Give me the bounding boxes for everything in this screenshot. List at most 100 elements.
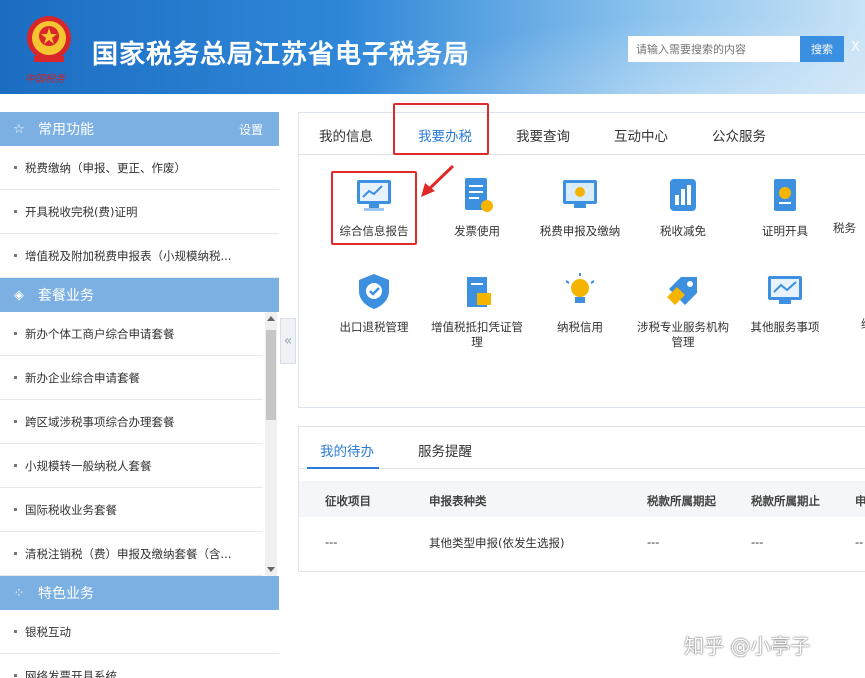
sidebar-item-label: 跨区域涉税事项综合办理套餐 — [25, 414, 175, 429]
tile-other-services[interactable]: 其他服务事项 — [739, 271, 831, 335]
site-header: 中国税务 国家税务总局江苏省电子税务局 搜索 X — [0, 0, 865, 94]
sidebar-item[interactable]: 新办个体工商户综合申请套餐 — [0, 312, 263, 356]
sidebar-item-label: 税费缴纳（申报、更正、作废） — [25, 160, 186, 175]
header-user-link[interactable]: X — [851, 40, 860, 55]
lightbulb-icon — [565, 273, 595, 303]
sidebar-section-package[interactable]: ◈ 套餐业务 — [0, 278, 279, 312]
sidebar-item-label: 增值税及附加税费申报表（小规模纳税... — [25, 248, 232, 263]
search-input[interactable] — [628, 36, 800, 62]
sidebar-section-title: 特色业务 — [38, 586, 94, 602]
sidebar-item[interactable]: 清税注销税（费）申报及缴纳套餐（含... — [0, 532, 263, 576]
tag-icon — [667, 277, 697, 305]
settings-link[interactable]: 设置 — [239, 121, 263, 138]
sidebar-section-title: 常用功能 — [38, 122, 94, 138]
tile-label: 其他服务事项 — [750, 320, 820, 334]
tile-tax-credit[interactable]: 纳税信用 — [534, 271, 626, 335]
sidebar-item-label: 小规模转一般纳税人套餐 — [25, 458, 152, 473]
sidebar-item-label: 网络发票开具系统 — [25, 668, 117, 678]
tile-label: 纳税信用 — [557, 320, 603, 334]
package-list[interactable]: 新办个体工商户综合申请套餐 新办企业综合申请套餐 跨区域涉税事项综合办理套餐 小… — [0, 312, 279, 576]
scroll-down-icon[interactable] — [267, 567, 275, 572]
column-header: 申报表种类 — [429, 494, 487, 508]
bullet-icon — [14, 376, 17, 379]
scroll-up-icon[interactable] — [267, 316, 275, 321]
sidebar-item[interactable]: 跨区域涉税事项综合办理套餐 — [0, 400, 263, 444]
sidebar-section-special[interactable]: ⁘ 特色业务 — [0, 576, 279, 610]
sidebar-section-title: 套餐业务 — [38, 288, 94, 304]
layers-icon: ◈ — [14, 287, 24, 303]
table-cell: -- — [855, 535, 864, 549]
sidebar-item[interactable]: 小规模转一般纳税人套餐 — [0, 444, 263, 488]
bullet-icon — [14, 674, 17, 677]
sidebar-item[interactable]: 网络发票开具系统 — [0, 654, 279, 678]
site-title: 国家税务总局江苏省电子税务局 — [92, 40, 471, 70]
shield-icon — [359, 274, 389, 309]
sidebar-item[interactable]: 增值税及附加税费申报表（小规模纳税... — [0, 234, 279, 278]
tile-label: 证明开具 — [762, 224, 808, 238]
sidebar-item-label: 开具税收完税(费)证明 — [25, 204, 138, 219]
tile-certificate[interactable]: 证明开具 — [739, 175, 831, 239]
sidebar-section-common[interactable]: ☆ 常用功能 设置 — [0, 112, 279, 146]
bullet-icon — [14, 210, 17, 213]
bar-chart-icon — [670, 179, 696, 211]
sidebar: ☆ 常用功能 设置 税费缴纳（申报、更正、作废） 开具税收完税(费)证明 增值税… — [0, 112, 279, 678]
sidebar-item-label: 新办个体工商户综合申请套餐 — [25, 326, 175, 341]
bullet-icon — [14, 166, 17, 169]
tile-label: 税费申报及缴纳 — [539, 224, 621, 238]
partial-icon — [833, 175, 865, 215]
sidebar-item[interactable]: 国际税收业务套餐 — [0, 488, 263, 532]
sidebar-item-label: 新办企业综合申请套餐 — [25, 370, 140, 385]
tile-vat-deduction[interactable]: 增值税抵扣凭证管理 — [431, 271, 523, 350]
sidebar-item[interactable]: 税费缴纳（申报、更正、作废） — [0, 146, 279, 190]
tab-service-reminder[interactable]: 服务提醒 — [418, 440, 472, 460]
tile-label: 税务 — [833, 221, 856, 235]
bullet-icon — [14, 464, 17, 467]
monitor-line-icon — [768, 276, 802, 304]
table-cell: --- — [647, 535, 660, 549]
tab-annotation-box — [393, 103, 489, 155]
star-icon: ☆ — [13, 121, 25, 137]
table-cell[interactable]: 其他类型申报(依发生选报) — [429, 535, 564, 551]
tile-label: 涉税专业服务机构管理 — [637, 320, 729, 349]
watermark: 知乎 @小亭子 — [684, 634, 811, 658]
partial-icon — [861, 271, 865, 311]
column-header: 税款所属期止 — [751, 494, 820, 508]
tab-interaction[interactable]: 互动中心 — [614, 125, 668, 145]
tile-tax-declaration[interactable]: 税费申报及缴纳 — [534, 175, 626, 239]
sidebar-item[interactable]: 开具税收完税(费)证明 — [0, 190, 279, 234]
annotation-arrow-icon — [421, 164, 455, 197]
sidebar-item-label: 银税互动 — [25, 624, 71, 639]
collapse-sidebar-button[interactable]: « — [280, 318, 296, 364]
sidebar-item[interactable]: 银税互动 — [0, 610, 279, 654]
tile-export-refund[interactable]: 出口退税管理 — [328, 271, 420, 335]
table-cell: --- — [751, 535, 764, 549]
table-cell: --- — [325, 535, 338, 549]
bullet-icon — [14, 254, 17, 257]
tile-professional-services[interactable]: 涉税专业服务机构管理 — [637, 271, 729, 350]
grid-icon: ⁘ — [13, 585, 25, 601]
search-button[interactable]: 搜索 — [800, 36, 844, 62]
tile-annotation-box — [331, 171, 417, 245]
tile-partial-2[interactable]: 纳 — [861, 271, 865, 332]
scroll-thumb[interactable] — [266, 330, 276, 420]
certificate-icon — [774, 179, 796, 211]
bullet-icon — [14, 630, 17, 633]
tile-tax-relief[interactable]: 税收减免 — [637, 175, 729, 239]
tile-label: 增值税抵扣凭证管理 — [431, 320, 523, 349]
tab-my-todo[interactable]: 我的待办 — [320, 440, 374, 460]
tile-label: 发票使用 — [454, 224, 500, 238]
tile-partial[interactable]: 税务 — [833, 175, 865, 236]
sidebar-item[interactable]: 新办企业综合申请套餐 — [0, 356, 263, 400]
tab-query[interactable]: 我要查询 — [516, 125, 570, 145]
bullet-icon — [14, 508, 17, 511]
pending-panel: 我的待办 服务提醒 征收项目 申报表种类 税款所属期起 税款所属期止 申 ---… — [298, 426, 865, 572]
tab-public-service[interactable]: 公众服务 — [712, 125, 766, 145]
tax-emblem-icon — [27, 16, 71, 62]
column-header: 税款所属期起 — [647, 494, 716, 508]
tab-my-info[interactable]: 我的信息 — [319, 125, 373, 145]
bullet-icon — [14, 420, 17, 423]
tile-label: 出口退税管理 — [339, 320, 409, 334]
main-tabs: 我的信息 我要办税 我要查询 互动中心 公众服务 — [299, 103, 865, 155]
voucher-icon — [467, 277, 491, 307]
scrollbar[interactable] — [265, 312, 277, 576]
